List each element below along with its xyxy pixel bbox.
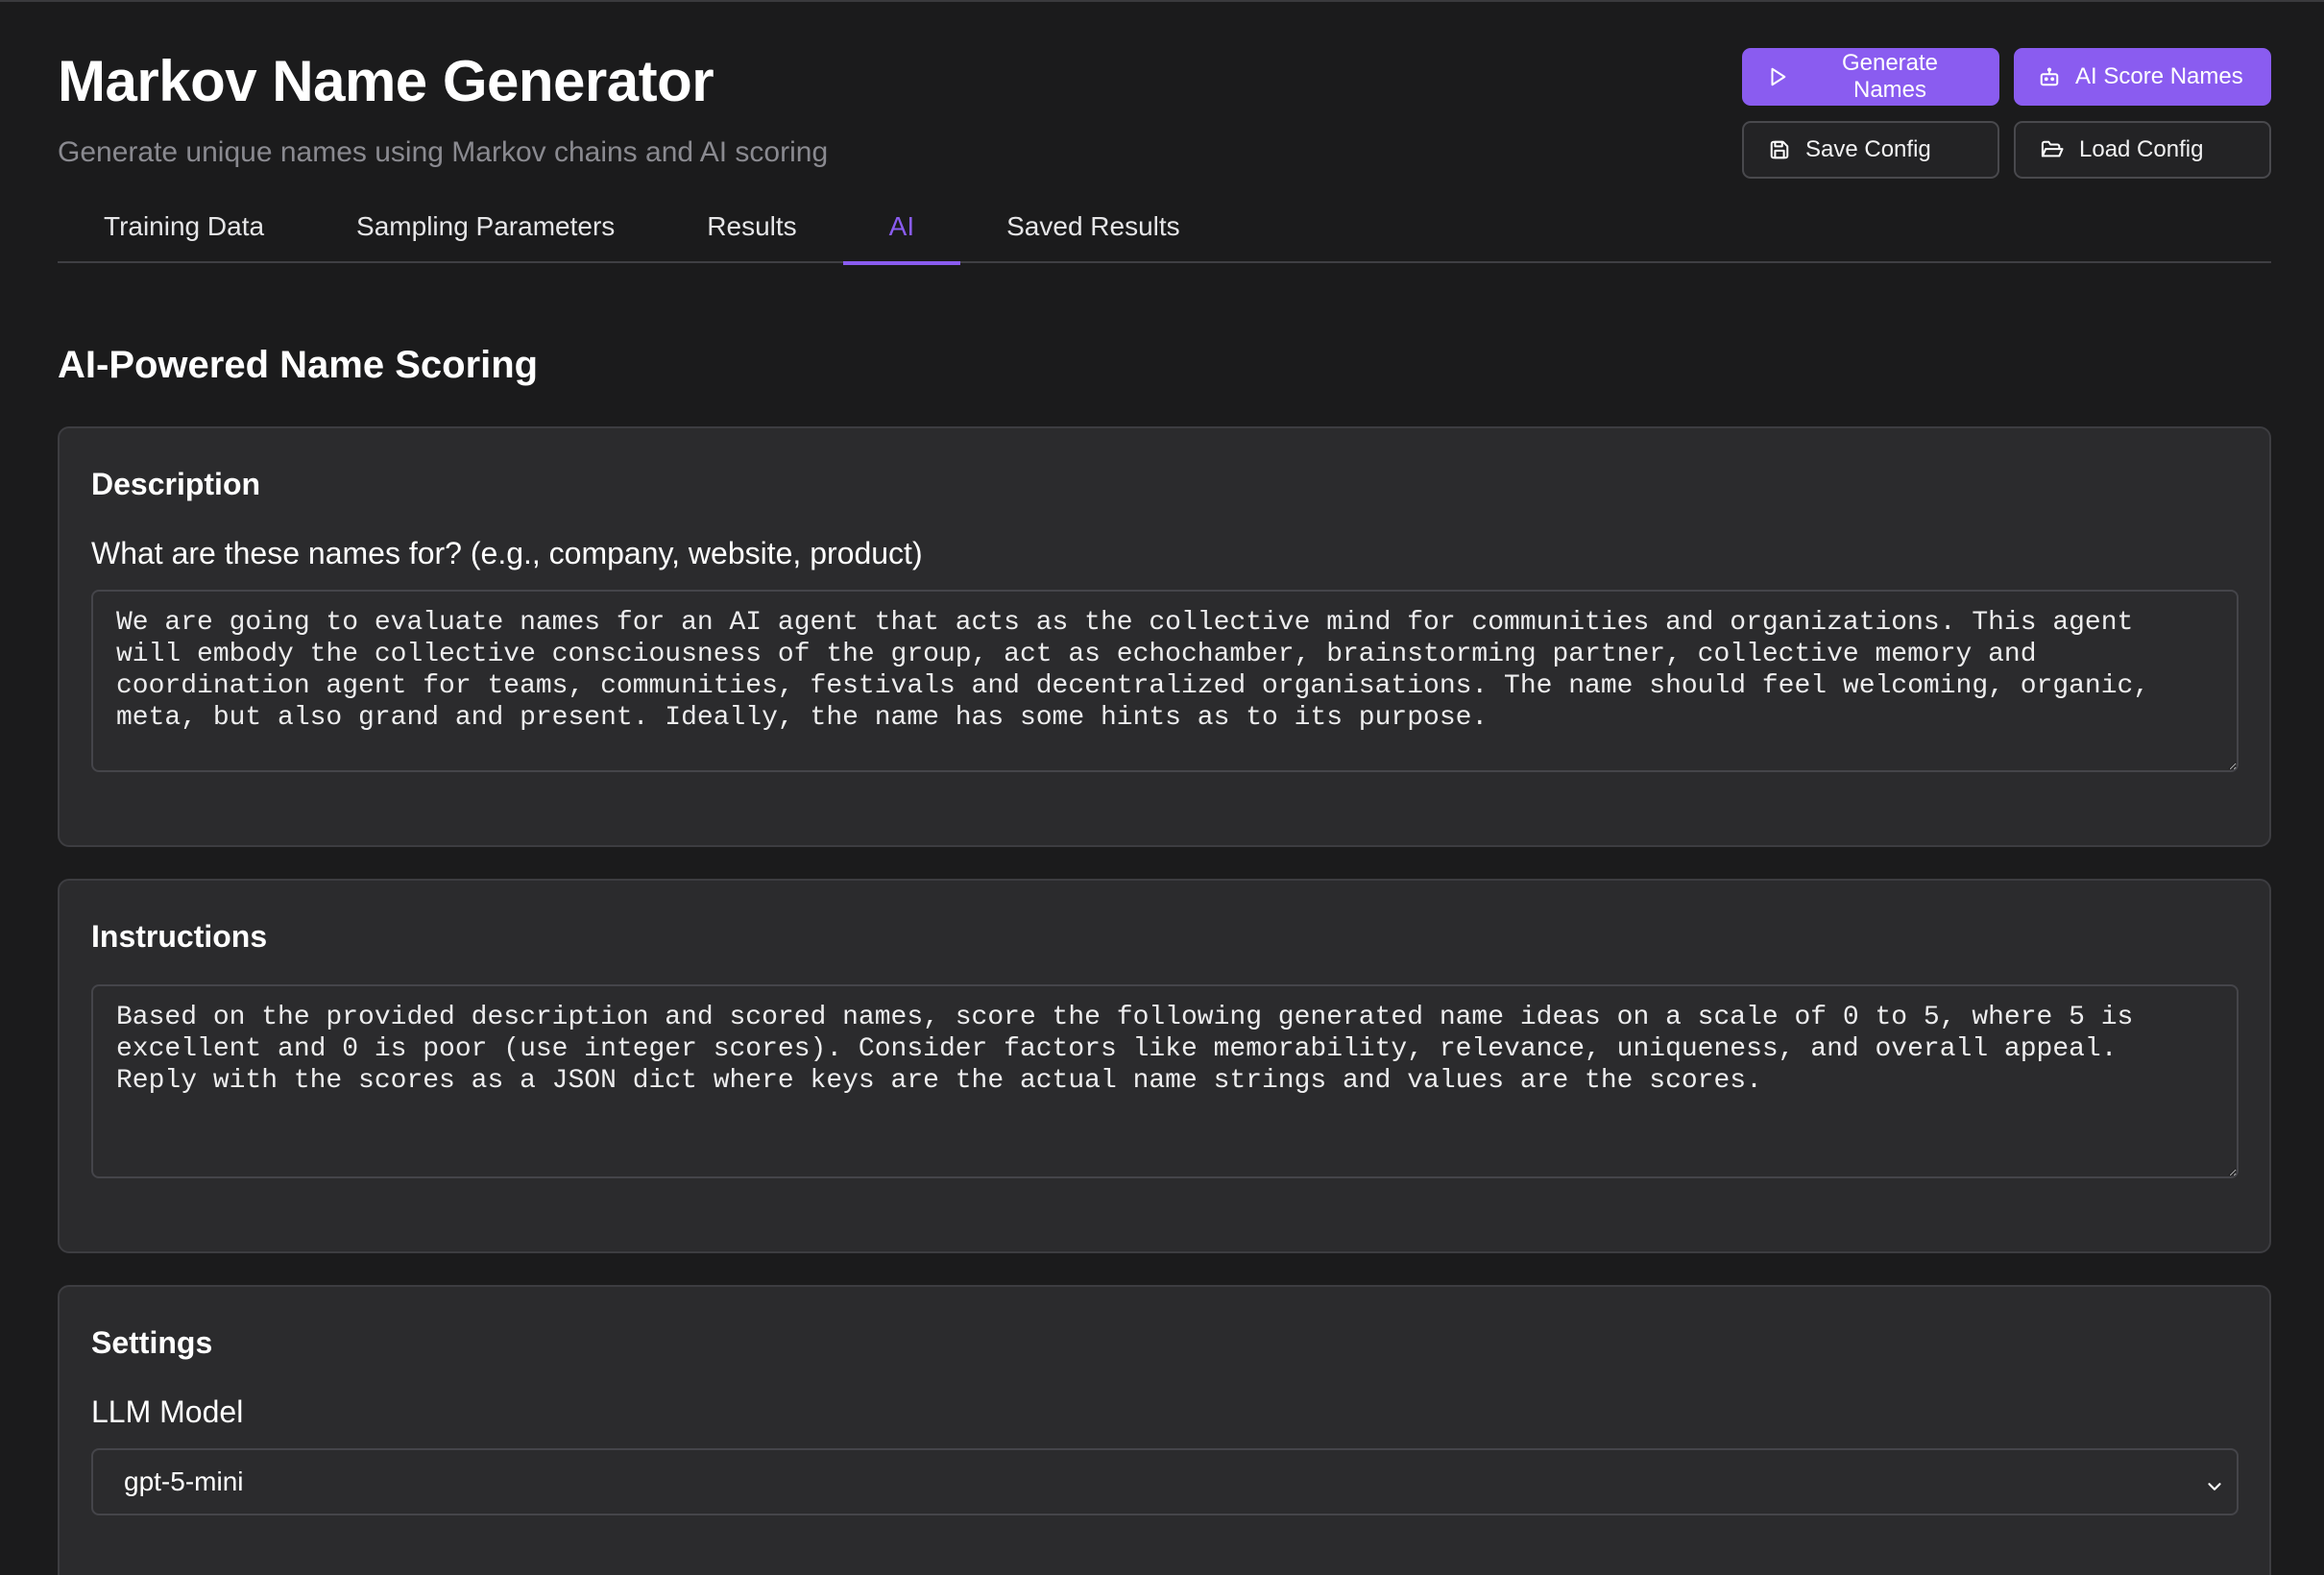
- tab-sampling-parameters[interactable]: Sampling Parameters: [310, 190, 661, 263]
- save-config-label: Save Config: [1805, 136, 1931, 162]
- chevron-down-icon: [2204, 1473, 2225, 1504]
- instructions-textarea[interactable]: Based on the provided description and sc…: [91, 984, 2239, 1178]
- play-icon: [1767, 66, 1788, 87]
- tab-bar: Training Data Sampling Parameters Result…: [58, 190, 2271, 265]
- load-config-button[interactable]: Load Config: [2014, 121, 2271, 179]
- llm-model-label: LLM Model: [91, 1394, 244, 1429]
- tab-results[interactable]: Results: [661, 190, 842, 263]
- instructions-title: Instructions: [91, 919, 268, 954]
- floppy-disk-icon: [1769, 139, 1790, 160]
- description-title: Description: [91, 467, 261, 501]
- app-subtitle: Generate unique names using Markov chain…: [58, 136, 829, 168]
- load-config-label: Load Config: [2079, 136, 2204, 162]
- tab-ai[interactable]: AI: [842, 190, 961, 265]
- description-field-label: What are these names for? (e.g., company…: [91, 536, 923, 570]
- section-heading: AI-Powered Name Scoring: [58, 344, 539, 386]
- settings-card: Settings LLM Model gpt-5-mini: [58, 1285, 2271, 1575]
- description-textarea[interactable]: We are going to evaluate names for an AI…: [91, 590, 2239, 772]
- save-config-button[interactable]: Save Config: [1742, 121, 1999, 179]
- app-window: Markov Name Generator Generate unique na…: [0, 0, 2324, 1575]
- generate-names-button[interactable]: Generate Names: [1742, 48, 1999, 106]
- app-title: Markov Name Generator: [58, 49, 714, 113]
- llm-model-select[interactable]: gpt-5-mini: [91, 1448, 2239, 1515]
- tab-training-data[interactable]: Training Data: [58, 190, 310, 263]
- instructions-card: Instructions Based on the provided descr…: [58, 879, 2271, 1253]
- generate-names-label: Generate Names: [1841, 50, 1939, 103]
- settings-title: Settings: [91, 1325, 213, 1360]
- folder-open-icon: [2041, 139, 2064, 160]
- description-card: Description What are these names for? (e…: [58, 426, 2271, 847]
- llm-model-value: gpt-5-mini: [124, 1466, 244, 1496]
- ai-score-names-button[interactable]: AI Score Names: [2014, 48, 2271, 106]
- ai-score-names-label: AI Score Names: [2075, 63, 2243, 89]
- robot-icon: [2039, 66, 2060, 87]
- tab-saved-results[interactable]: Saved Results: [960, 190, 1226, 263]
